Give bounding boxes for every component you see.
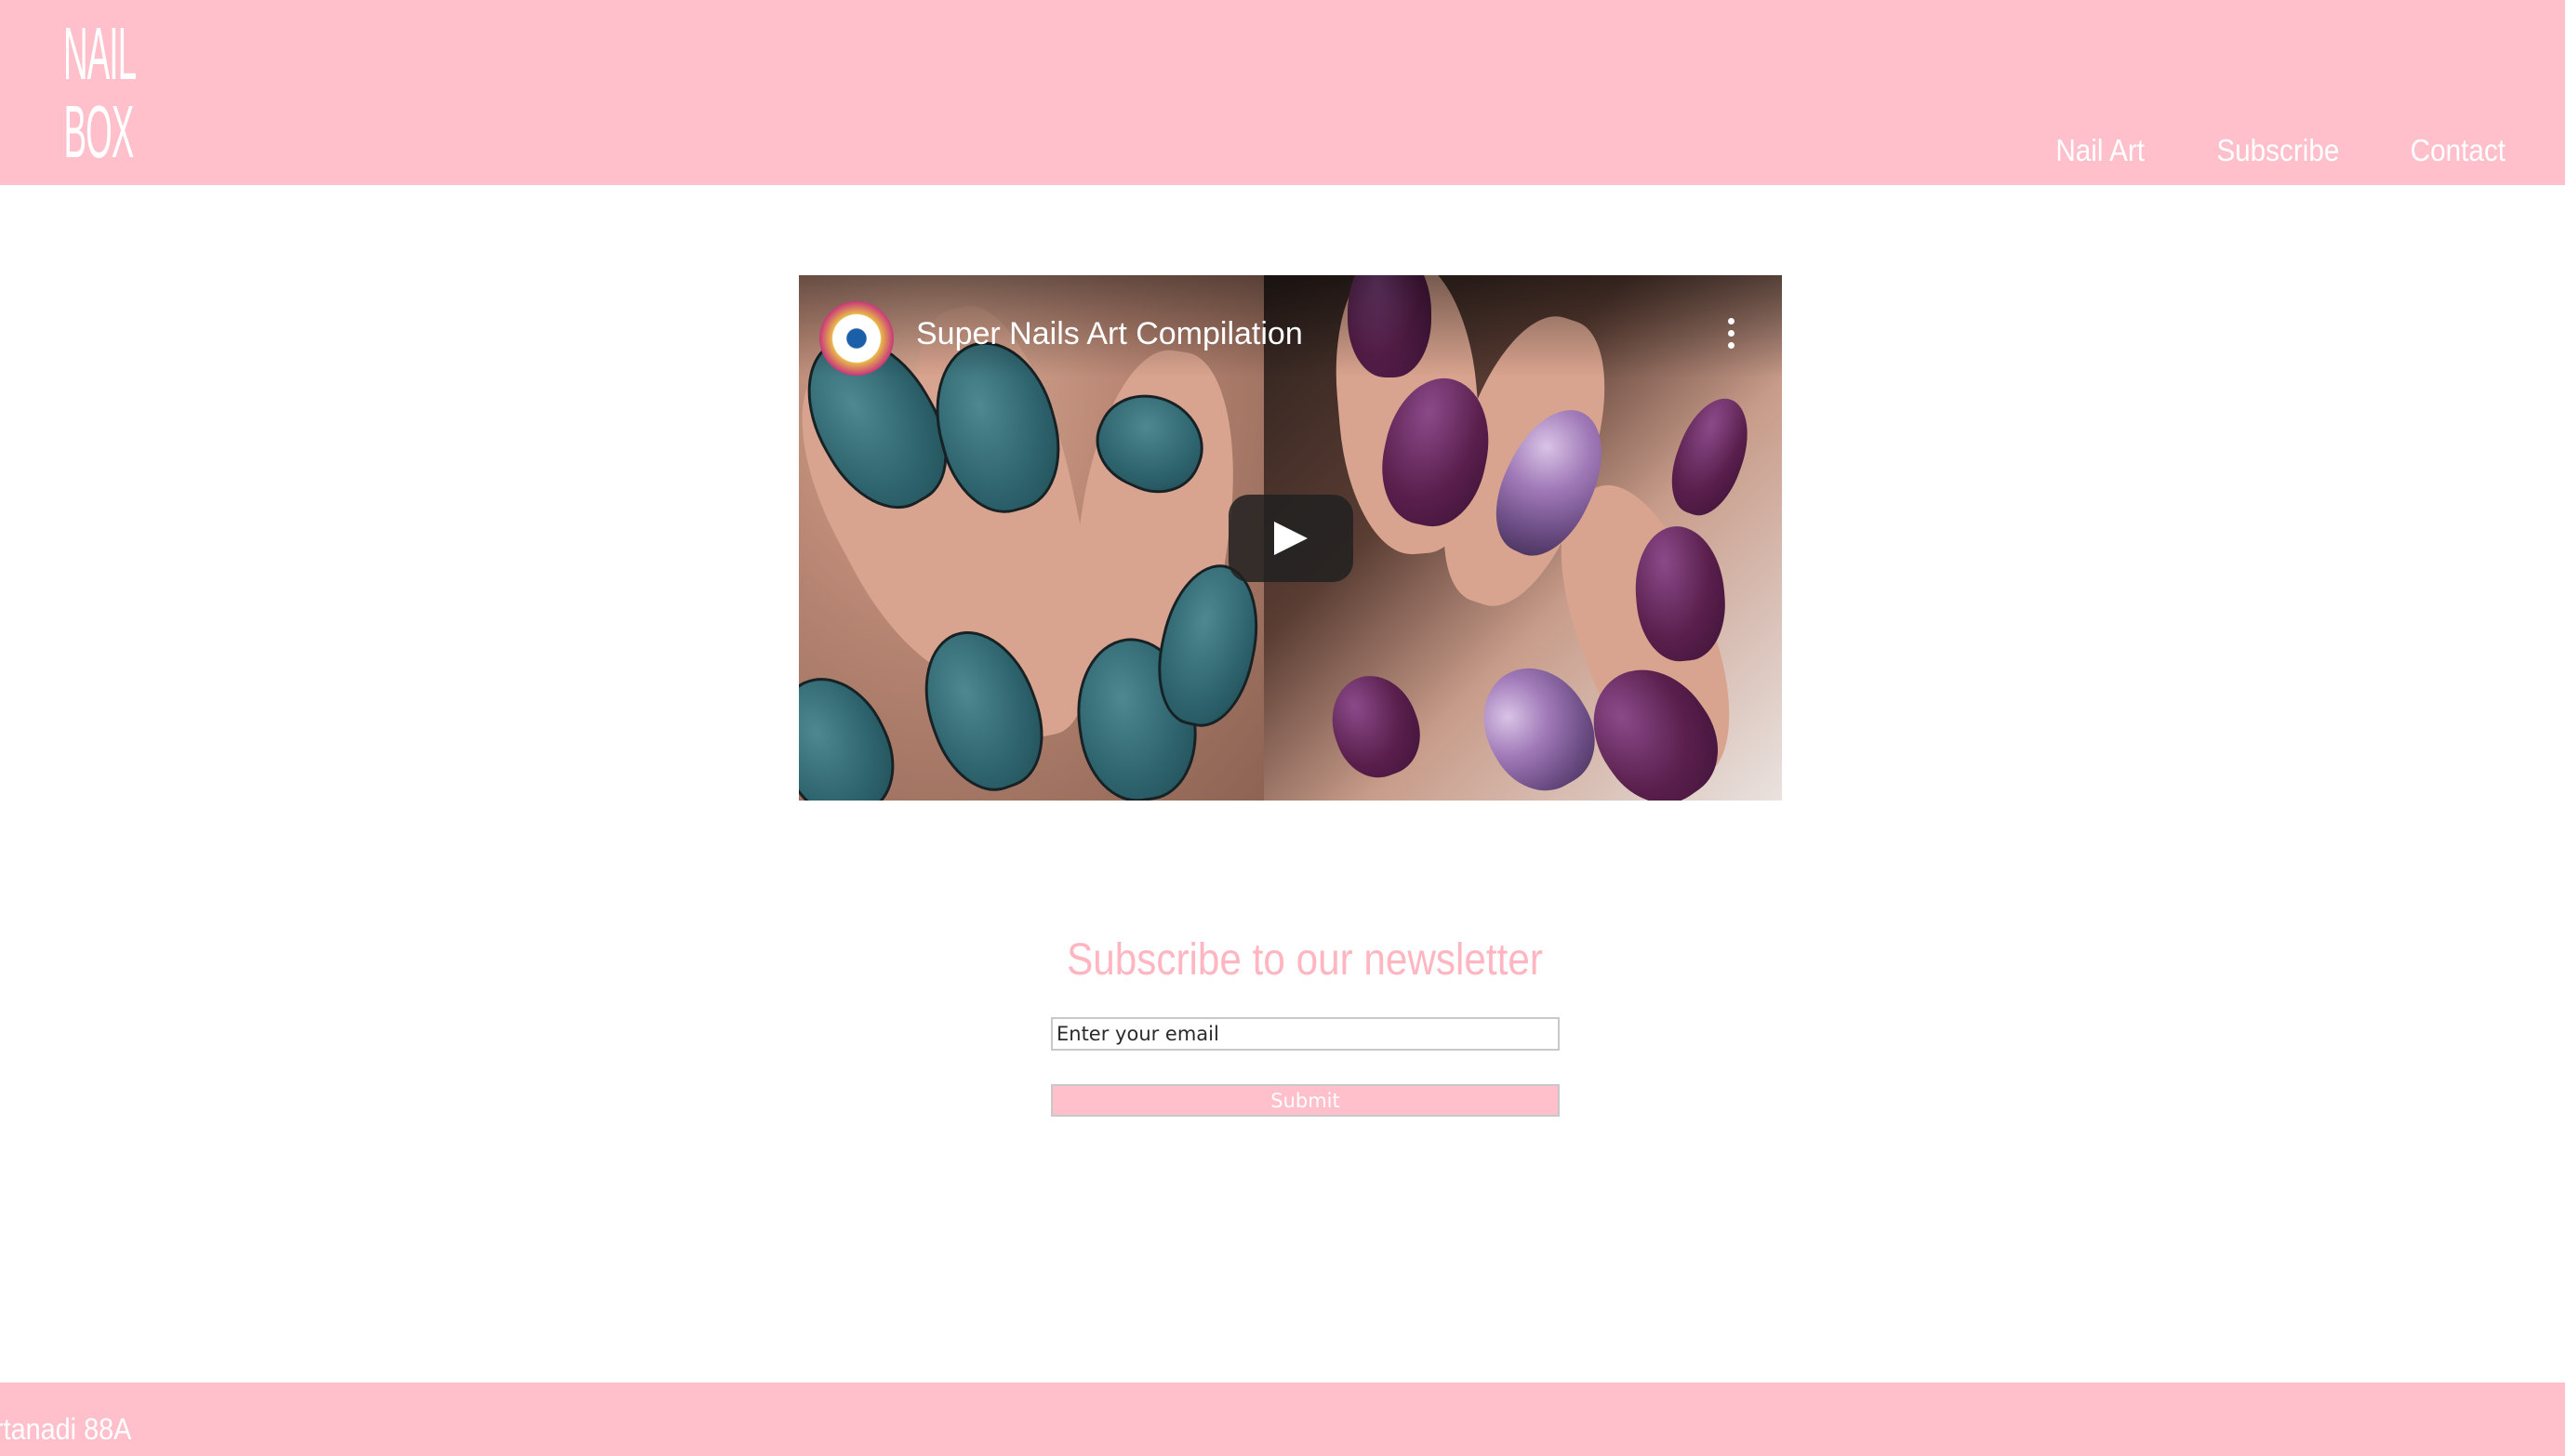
video-title[interactable]: Super Nails Art Compilation bbox=[916, 312, 1303, 355]
site-header: NAIL BOX Nail Art Subscribe Contact bbox=[0, 0, 2565, 185]
video-play-button[interactable] bbox=[1229, 495, 1353, 582]
email-input[interactable] bbox=[1051, 1017, 1560, 1051]
logo-line-1: NAIL bbox=[63, 12, 137, 95]
submit-button[interactable]: Submit bbox=[1051, 1084, 1560, 1117]
nav-link-nail-art[interactable]: Nail Art bbox=[2055, 130, 2145, 171]
nail-box-logo[interactable]: NAIL BOX bbox=[63, 15, 137, 171]
footer-address: ertanadi 88A bbox=[0, 1412, 132, 1446]
logo-line-2: BOX bbox=[63, 90, 134, 173]
newsletter-heading: Subscribe to our newsletter bbox=[1067, 935, 1543, 985]
more-vertical-icon[interactable] bbox=[1728, 318, 1735, 351]
channel-avatar[interactable] bbox=[819, 301, 894, 376]
play-icon bbox=[1274, 522, 1308, 555]
main-navigation: Nail Art Subscribe Contact bbox=[2051, 130, 2511, 171]
embedded-video-player[interactable]: Super Nails Art Compilation bbox=[799, 275, 1782, 801]
nav-link-contact[interactable]: Contact bbox=[2411, 130, 2505, 171]
nav-link-subscribe[interactable]: Subscribe bbox=[2216, 130, 2339, 171]
site-footer: ertanadi 88A bbox=[0, 1383, 2565, 1456]
